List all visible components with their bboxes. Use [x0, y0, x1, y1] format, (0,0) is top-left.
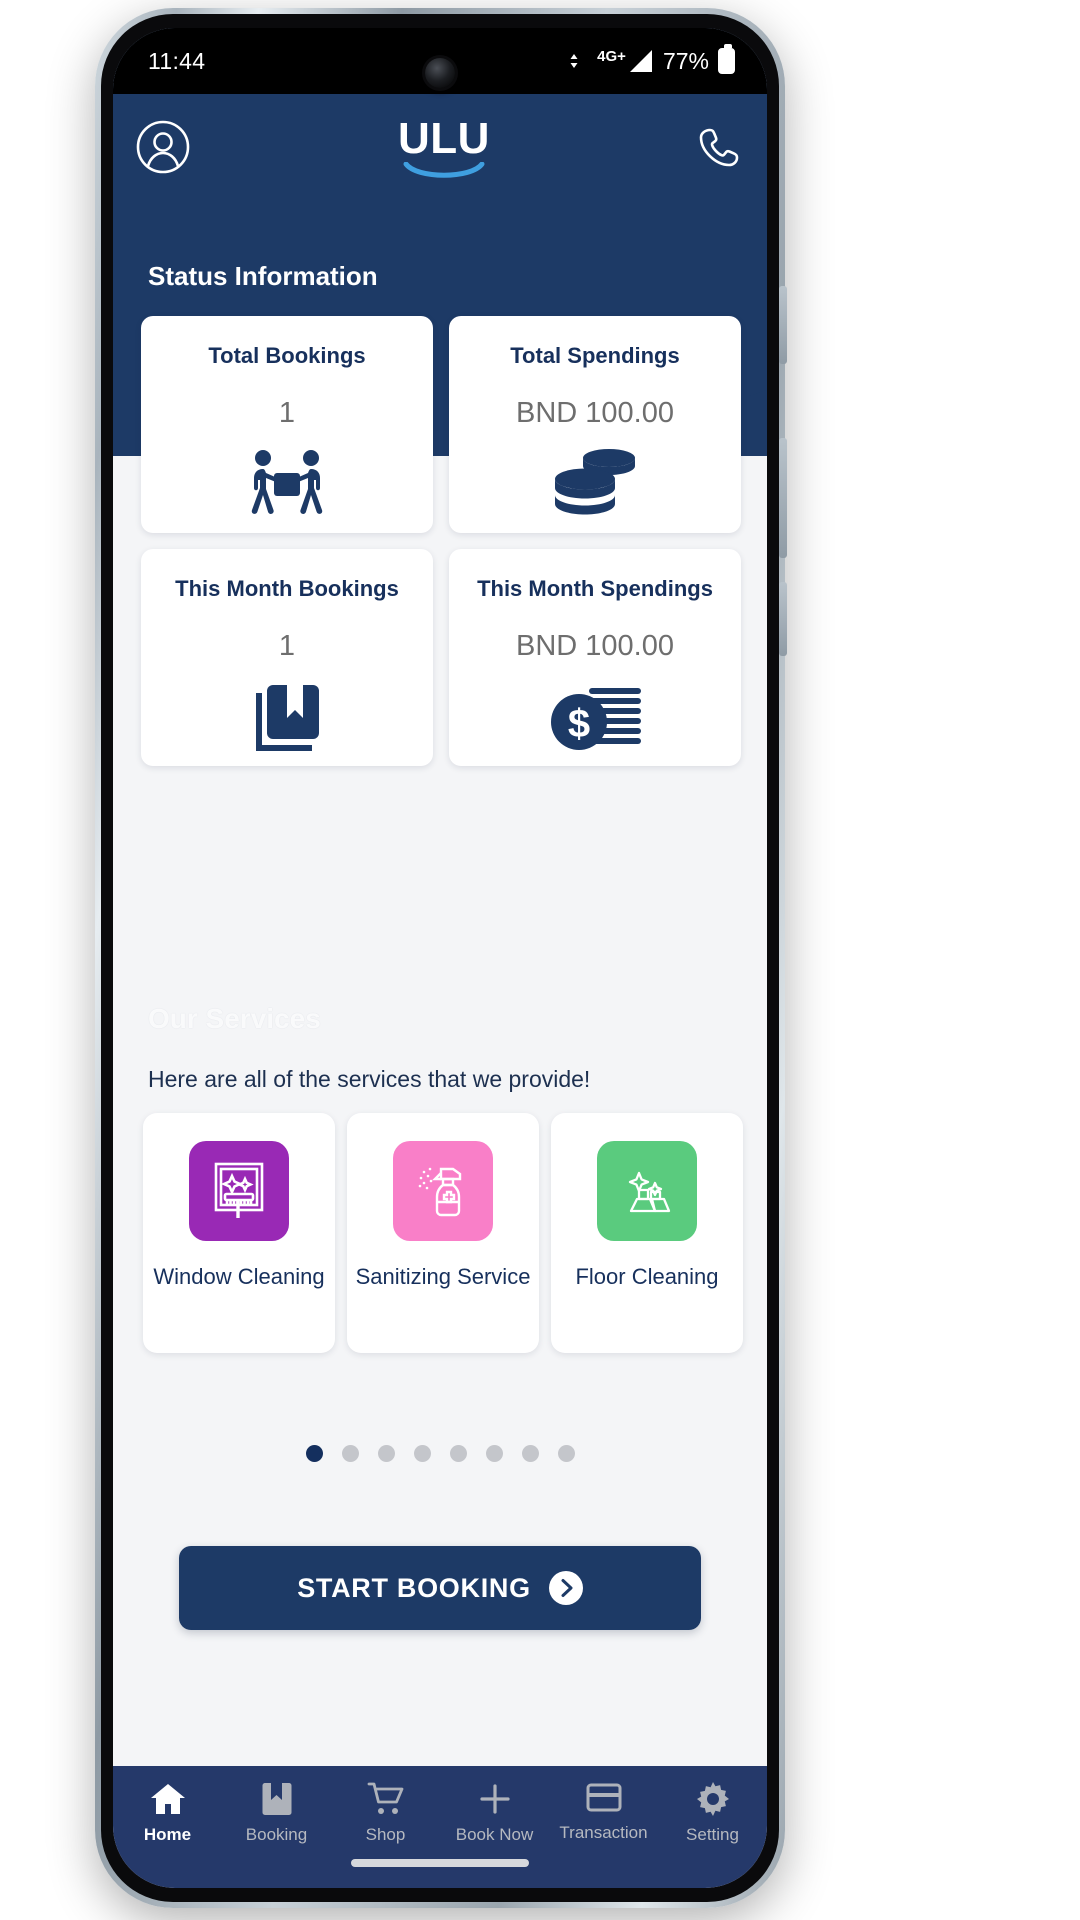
carousel-dot[interactable]: [557, 1445, 575, 1462]
nav-label: Shop: [365, 1825, 406, 1844]
nav-label: Transaction: [559, 1823, 648, 1842]
nav-label: Booking: [245, 1825, 308, 1844]
service-name: Floor Cleaning: [575, 1264, 719, 1289]
gear-icon: [696, 1782, 729, 1816]
stat-value: 1: [278, 397, 296, 429]
phone-icon[interactable]: [697, 125, 741, 174]
service-tile: [393, 1141, 493, 1241]
stats-row-1: Total Bookings 1 Total Spendings BND 100…: [141, 316, 741, 533]
services-carousel[interactable]: Window Cleaning Sanitizing Service Floor…: [143, 1113, 743, 1353]
service-card-sanitizing-service[interactable]: Sanitizing Service: [347, 1113, 539, 1353]
movers-carrying-box-icon: [241, 446, 333, 524]
stat-value: BND 100.00: [516, 630, 674, 662]
spray-bottle-icon: [418, 1167, 462, 1217]
phone-side-button-top[interactable]: [779, 286, 787, 364]
brand-name: ULU: [398, 114, 490, 164]
service-tile: [597, 1141, 697, 1241]
stat-value: 1: [278, 630, 296, 662]
bookmark-icon: [262, 1783, 291, 1815]
stat-card-total-bookings[interactable]: Total Bookings 1: [141, 316, 433, 533]
data-transfer-arrows-icon: [570, 54, 578, 68]
stat-value: BND 100.00: [516, 397, 674, 429]
nav-item-setting[interactable]: Setting: [658, 1782, 767, 1845]
carousel-dot[interactable]: [413, 1445, 431, 1462]
carousel-dots[interactable]: [113, 1445, 767, 1462]
stats-row-2: This Month Bookings 1 This Month Spendin…: [141, 549, 741, 766]
coin-stack-icon: [547, 446, 643, 524]
battery-icon: [718, 44, 735, 74]
battery-percent-label: 77%: [662, 47, 709, 74]
stat-card-month-bookings[interactable]: This Month Bookings 1: [141, 549, 433, 766]
stat-label: Total Spendings: [510, 343, 680, 368]
credit-card-icon: [586, 1783, 621, 1812]
network-type-label: 4G+: [597, 48, 626, 65]
service-card-floor-cleaning[interactable]: Floor Cleaning: [551, 1113, 743, 1353]
services-title: Our Services: [148, 1003, 321, 1034]
window-squeegee-icon: [214, 1162, 264, 1218]
dollar-coin-stack-icon: $: [545, 679, 645, 757]
screenshot-root: ULU Status Information Total Bookings 1 …: [0, 0, 1080, 1920]
nav-label: Setting: [686, 1825, 739, 1844]
start-booking-button[interactable]: START BOOKING: [179, 1546, 701, 1630]
start-booking-label: START BOOKING: [297, 1572, 531, 1603]
nav-label: Book Now: [455, 1825, 534, 1844]
carousel-dot[interactable]: [305, 1445, 323, 1462]
stat-card-month-spendings[interactable]: This Month Spendings BND 100.00 $: [449, 549, 741, 766]
home-indicator[interactable]: [351, 1859, 529, 1867]
nav-item-booking[interactable]: Booking: [222, 1782, 331, 1845]
nav-item-transaction[interactable]: Transaction: [549, 1782, 658, 1843]
service-name: Sanitizing Service: [355, 1264, 531, 1289]
carousel-dot[interactable]: [449, 1445, 467, 1462]
app-container: ULU Status Information Total Bookings 1 …: [113, 28, 767, 1888]
status-bar-clock: 11:44: [148, 47, 206, 74]
stat-label: This Month Bookings: [175, 576, 399, 601]
phone-screen: ULU Status Information Total Bookings 1 …: [113, 28, 767, 1888]
chevron-right-circle-icon: [548, 1571, 583, 1605]
service-tile: [189, 1141, 289, 1241]
user-circle-icon[interactable]: [135, 119, 191, 180]
carousel-dot[interactable]: [521, 1445, 539, 1462]
svg-text:$: $: [568, 702, 590, 746]
stat-card-total-spendings[interactable]: Total Spendings BND 100.00: [449, 316, 741, 533]
service-card-window-cleaning[interactable]: Window Cleaning: [143, 1113, 335, 1353]
sparkling-floor-icon: [628, 1171, 671, 1213]
brand-smile-icon: [403, 161, 485, 178]
brand-logo: ULU: [398, 114, 490, 180]
bookmark-book-icon: [247, 679, 327, 757]
nav-item-shop[interactable]: Shop: [331, 1782, 440, 1845]
status-bar-indicators: 4G+ 77%: [569, 44, 735, 75]
carousel-dot[interactable]: [341, 1445, 359, 1462]
home-icon: [150, 1784, 185, 1814]
signal-bars-icon: 4G+: [597, 48, 654, 74]
plus-icon: [479, 1784, 510, 1814]
stat-label: This Month Spendings: [477, 576, 713, 601]
service-name: Window Cleaning: [153, 1264, 325, 1289]
stat-label: Total Bookings: [208, 343, 366, 368]
carousel-dot[interactable]: [485, 1445, 503, 1462]
bottom-navigation: Home Booking Shop Book Now Transaction S…: [113, 1766, 767, 1888]
front-camera: [425, 58, 455, 88]
nav-label: Home: [143, 1825, 192, 1844]
stats-grid: Total Bookings 1 Total Spendings BND 100…: [141, 316, 741, 782]
services-subtitle: Here are all of the services that we pro…: [148, 1066, 591, 1092]
phone-side-button-bottom[interactable]: [779, 582, 787, 656]
nav-item-book-now[interactable]: Book Now: [440, 1782, 549, 1845]
signal-triangle-icon: [629, 50, 652, 72]
app-header: ULU: [113, 94, 767, 204]
phone-side-button-mid[interactable]: [779, 438, 787, 558]
nav-item-home[interactable]: Home: [113, 1782, 222, 1845]
carousel-dot[interactable]: [377, 1445, 395, 1462]
cart-icon: [367, 1782, 403, 1814]
page-title: Status Information: [148, 261, 378, 291]
